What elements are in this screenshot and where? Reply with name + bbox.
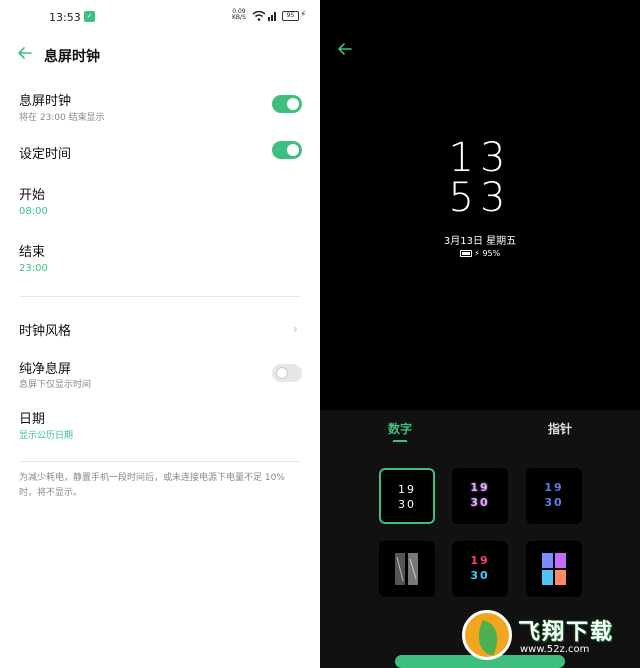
battery-status: ⚡ 95% [320, 249, 640, 258]
thumb-digits: 19 30 [452, 480, 508, 510]
thumb-minute: 30 [398, 498, 416, 511]
watermark-title: 飞翔下载 [518, 620, 615, 645]
chevron-right-icon: › [293, 322, 298, 336]
battery-percent: 95% [482, 249, 501, 258]
watermark-url: www.52z.com [520, 644, 590, 655]
divider [19, 461, 300, 462]
clock-style-thumb[interactable]: 19 30 [526, 468, 582, 524]
thumb-minute: 30 [470, 569, 490, 582]
thumb-minute: 30 [544, 496, 564, 509]
wifi-icon [252, 11, 266, 21]
thumb-hour: 19 [544, 481, 564, 494]
thumb-digits: 19 30 [381, 482, 433, 512]
divider [19, 296, 300, 297]
clock-date: 3月13日 星期五 [443, 236, 517, 247]
end-time-label: 结束 [19, 245, 46, 260]
thumb-digits: 19 30 [526, 480, 582, 510]
thumb-minute: 30 [470, 496, 490, 509]
net-speed-unit: KB/S [232, 14, 246, 21]
thumb-digits: 19 30 [452, 553, 508, 583]
settings-screen: 13:53 ✓ 0.09 KB/S 95 ⚡ 息屏时钟 息屏时钟 将在 23:0… [0, 0, 320, 668]
back-arrow-icon[interactable] [16, 44, 34, 62]
status-bar: 13:53 ✓ 0.09 KB/S 95 ⚡ [0, 0, 320, 34]
notification-icon: ✓ [84, 11, 95, 22]
leaf-icon [472, 620, 504, 656]
aod-clock-sub: 将在 23:00 结束显示 [19, 113, 105, 123]
thumb-hour: 19 [470, 481, 490, 494]
toggle-knob [287, 144, 299, 156]
date-value: 显示公历日期 [19, 431, 74, 441]
clock-style-thumb[interactable] [526, 541, 582, 597]
end-time-value: 23:00 [19, 263, 48, 274]
page-title: 息屏时钟 [44, 49, 100, 65]
charging-icon: ⚡ [474, 249, 480, 258]
clock-style-thumb[interactable]: 19 30 [379, 468, 435, 524]
set-time-toggle[interactable] [272, 141, 302, 159]
top-bar: 息屏时钟 [0, 40, 320, 70]
pure-aod-sub: 息屏下仅显示时间 [19, 380, 92, 390]
pattern-icon [395, 553, 418, 585]
clock-style-thumb[interactable]: 19 30 [452, 468, 508, 524]
date-label: 日期 [19, 412, 46, 427]
charging-icon: ⚡ [300, 10, 307, 20]
set-time-label: 设定时间 [19, 147, 72, 162]
tab-digital[interactable]: 数字 [388, 420, 412, 437]
pure-aod-toggle[interactable] [272, 364, 302, 382]
thumb-hour: 19 [470, 554, 490, 567]
clock-style-thumb[interactable] [379, 541, 435, 597]
clock-style-thumb[interactable]: 19 30 [452, 541, 508, 597]
clock-style-label: 时钟风格 [19, 324, 72, 339]
power-note: 为减少耗电，静置手机一段时间后，或未连接电源下电量不足 10% 时，将不显示。 [19, 473, 285, 498]
battery-icon [459, 250, 472, 257]
signal-icon [268, 12, 276, 21]
watermark: 飞翔下载 www.52z.com [460, 608, 635, 664]
pure-aod-label: 纯净息屏 [19, 362, 72, 377]
toggle-knob [276, 367, 288, 379]
battery-icon: 95 [282, 11, 299, 21]
tab-analog[interactable]: 指针 [548, 420, 572, 437]
clock-minute: 53 [448, 175, 512, 221]
thumb-hour: 19 [398, 483, 416, 496]
start-time-label: 开始 [19, 188, 46, 203]
back-arrow-icon[interactable] [336, 40, 354, 58]
aod-clock-toggle[interactable] [272, 95, 302, 113]
start-time-value: 08:00 [19, 206, 48, 217]
preview-screen: 13 53 3月13日 星期五 ⚡ 95% 数字 指针 19 30 19 30 … [320, 0, 640, 668]
aod-clock-label: 息屏时钟 [19, 94, 72, 109]
tab-underline [393, 440, 407, 442]
net-speed: 0.09 KB/S [232, 9, 246, 21]
blocks-icon [542, 553, 566, 585]
toggle-knob [287, 98, 299, 110]
status-time: 13:53 [49, 11, 81, 24]
watermark-logo [462, 610, 512, 660]
